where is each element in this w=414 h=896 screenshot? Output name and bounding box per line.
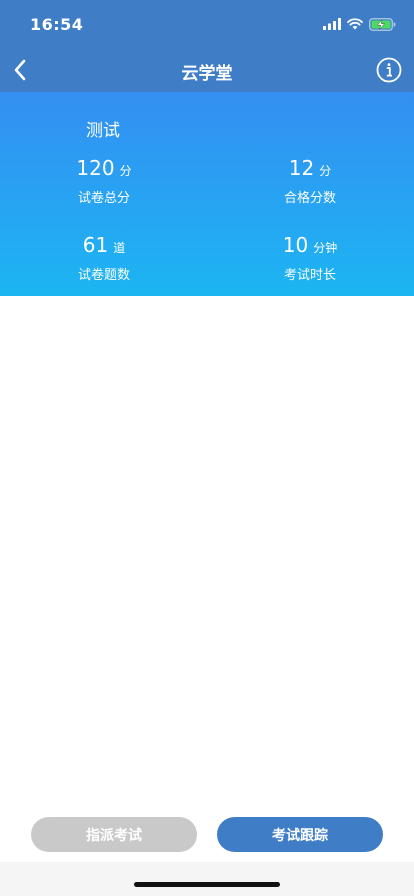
stat-value-row: 12 分 xyxy=(235,156,385,180)
stat-total-score: 120 分 试卷总分 xyxy=(29,156,179,206)
exam-name: 测试 xyxy=(86,121,120,141)
page-title: 云学堂 xyxy=(181,64,233,84)
stat-caption: 试卷题数 xyxy=(77,268,130,283)
stat-question-count: 61 道 试卷题数 xyxy=(29,233,179,283)
navbar: 云学堂 xyxy=(0,48,414,92)
home-indicator-area xyxy=(0,862,414,896)
track-exam-button[interactable]: 考试跟踪 xyxy=(217,817,383,852)
stat-value-row: 61 道 xyxy=(29,233,179,257)
signal-icon xyxy=(323,18,341,30)
assign-exam-button[interactable]: 指派考试 xyxy=(31,817,197,852)
stat-duration: 10 分钟 考试时长 xyxy=(235,233,385,283)
stat-unit: 分 xyxy=(119,164,132,178)
wifi-icon xyxy=(347,18,363,30)
stat-value: 10 xyxy=(282,233,309,257)
stat-value-row: 10 分钟 xyxy=(235,233,385,257)
stat-pass-score: 12 分 合格分数 xyxy=(235,156,385,206)
info-circle-icon xyxy=(376,57,402,83)
status-icons xyxy=(323,16,396,32)
stat-caption: 合格分数 xyxy=(283,191,336,206)
chevron-left-icon xyxy=(14,59,26,81)
stat-caption: 试卷总分 xyxy=(77,191,130,206)
app-header: 16:54 云学堂 xyxy=(0,0,414,92)
stat-unit: 道 xyxy=(113,241,126,255)
battery-icon xyxy=(369,17,396,31)
stat-unit: 分 xyxy=(319,164,332,178)
exam-summary-panel: 测试 120 分 试卷总分 12 分 合格分数 61 道 试卷题数 10 分钟 考试时长 xyxy=(0,92,414,296)
status-bar: 16:54 xyxy=(0,0,414,48)
back-button[interactable] xyxy=(4,54,36,86)
home-indicator[interactable] xyxy=(134,882,280,887)
stat-caption: 考试时长 xyxy=(283,268,336,283)
info-button[interactable] xyxy=(376,57,402,83)
stat-value-row: 120 分 xyxy=(29,156,179,180)
stat-value: 12 xyxy=(288,156,315,180)
stat-unit: 分钟 xyxy=(313,241,338,255)
stat-value: 61 xyxy=(82,233,109,257)
status-time: 16:54 xyxy=(30,15,84,34)
stat-value: 120 xyxy=(76,156,115,180)
